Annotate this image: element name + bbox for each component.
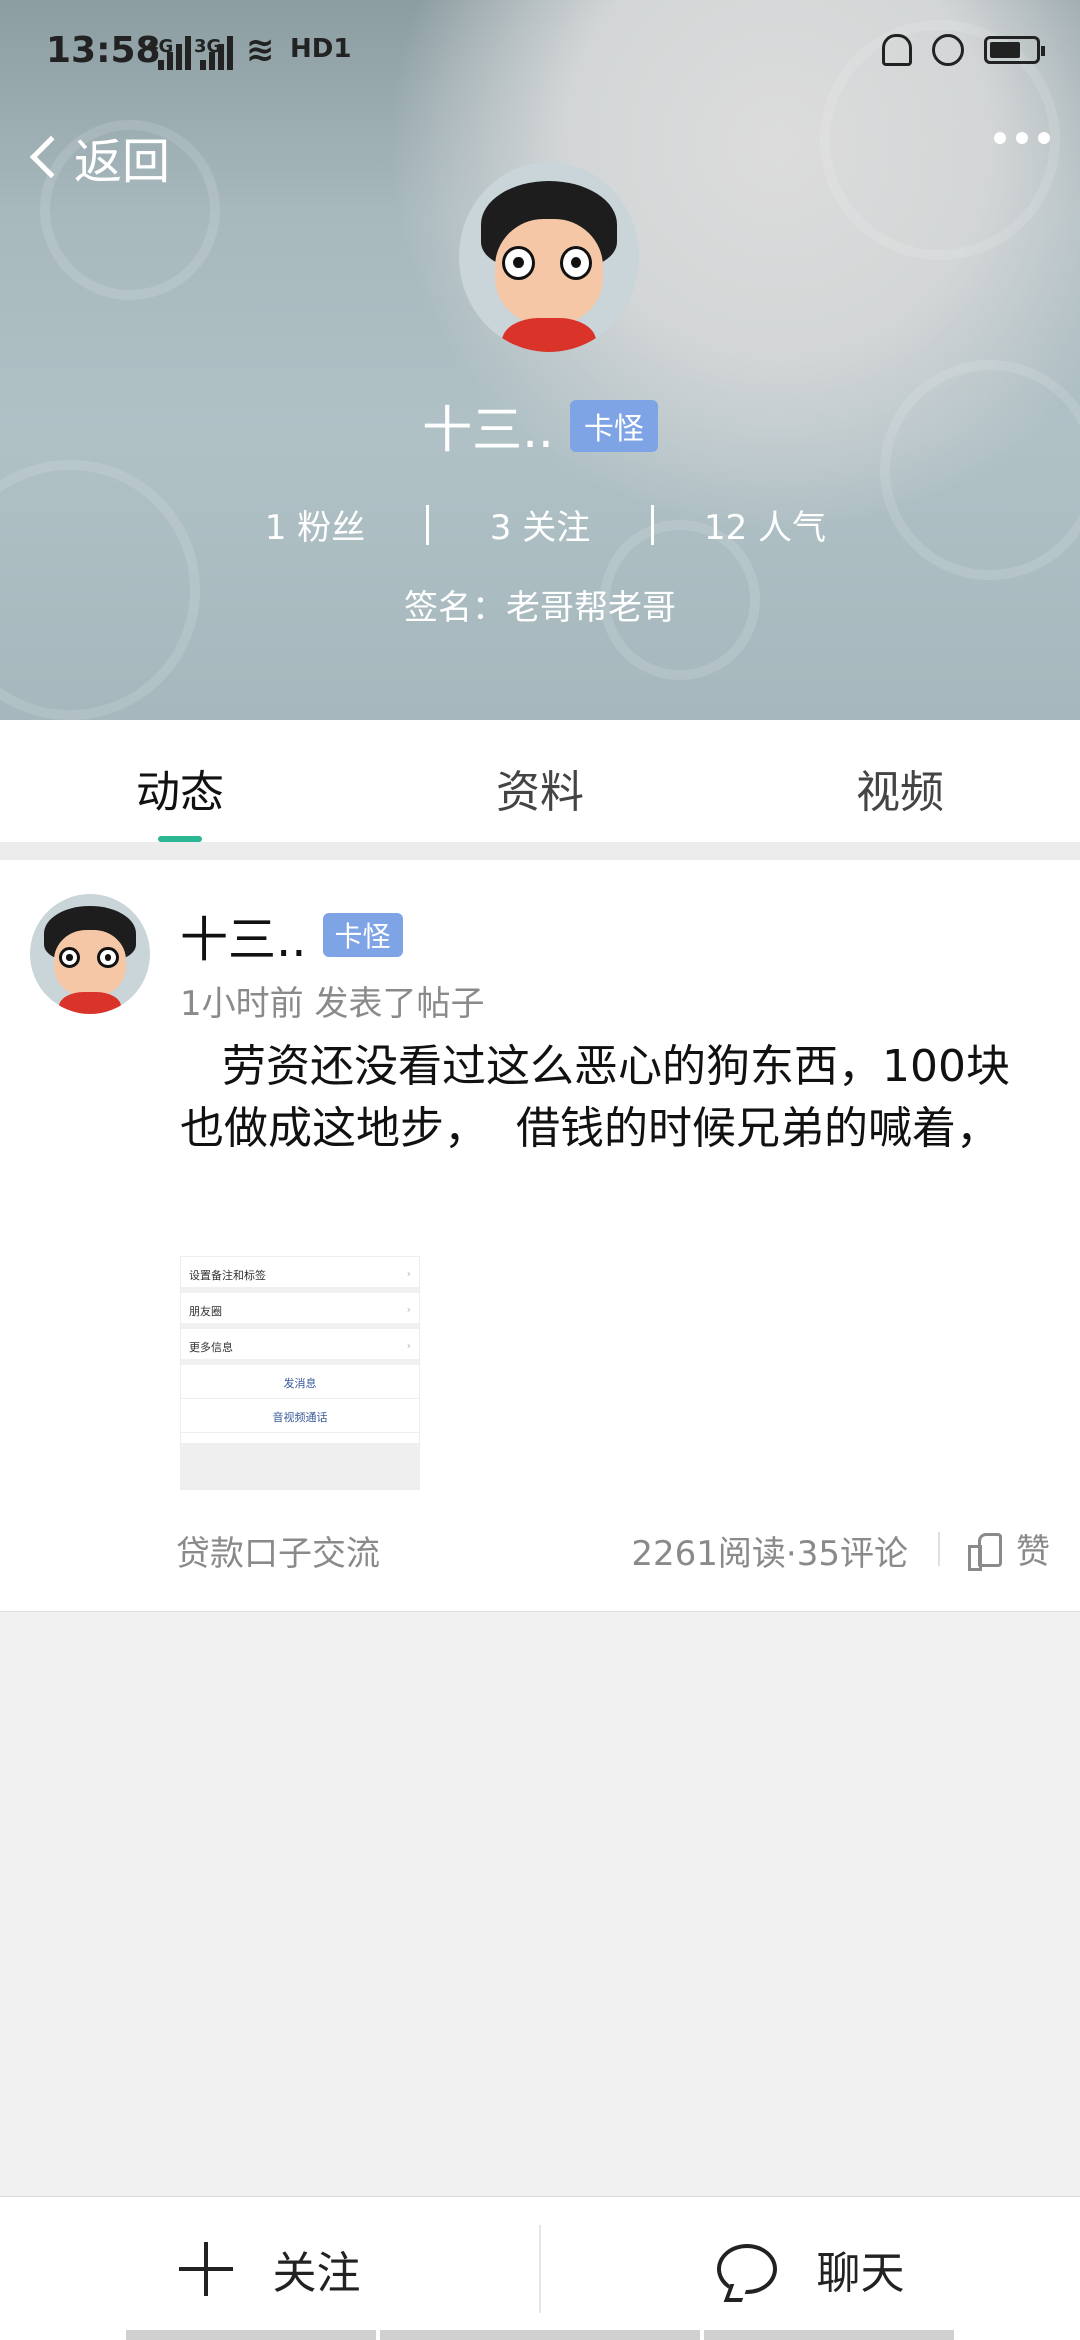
profile-stats: 1 粉丝 3 关注 12 人气: [0, 500, 1080, 549]
post-author-row: 十三.. 卡怪: [180, 900, 403, 970]
chevron-right-icon: ›: [406, 1339, 411, 1352]
post-meta: 1小时前 发表了帖子: [180, 984, 485, 1024]
chevron-left-icon: [29, 135, 73, 179]
post-image-thumbnail[interactable]: 设置备注和标签 › 朋友圈 › 更多信息 › 发消息 音视频通话: [180, 1256, 420, 1490]
profile-badge: 卡怪: [569, 400, 658, 452]
follow-button[interactable]: 关注: [0, 2197, 539, 2340]
hd-label: HD1: [290, 34, 352, 64]
status-time: 13:58: [46, 30, 161, 71]
rotation-lock-icon: [932, 34, 964, 66]
chevron-right-icon: ›: [406, 1303, 411, 1316]
post-footer: 贷款口子交流 2261阅读·35评论 赞: [0, 1516, 1080, 1576]
tab-activity[interactable]: 动态: [0, 720, 360, 842]
like-button[interactable]: 赞: [968, 1524, 1050, 1573]
chat-button[interactable]: 聊天: [541, 2197, 1080, 2340]
post-card[interactable]: 十三.. 卡怪 1小时前 发表了帖子 劳资还没看过这么恶心的狗东西，100块也做…: [0, 860, 1080, 1612]
divider: [938, 1532, 940, 1566]
profile-signature: 签名：老哥帮老哥: [404, 588, 676, 628]
signal-icon: [200, 36, 234, 70]
profile-cover: 13:58 4G 3G ≋ HD1 返回 十三.. 卡怪 1 粉丝 3 关注 1…: [0, 0, 1080, 720]
thumb-action: 发消息: [181, 1365, 419, 1399]
profile-avatar[interactable]: [459, 162, 639, 352]
signal-icon: [158, 36, 192, 70]
post-read-comment-stats: 2261阅读·35评论: [631, 1534, 908, 1574]
back-label: 返回: [74, 134, 171, 190]
chat-bubble-icon: [716, 2243, 777, 2294]
chat-label: 聊天: [816, 2247, 905, 2299]
chevron-right-icon: ›: [406, 1267, 411, 1280]
status-bar: 13:58 4G 3G ≋ HD1: [0, 0, 1080, 110]
post-author-avatar[interactable]: [30, 894, 150, 1014]
thumb-action: 音视频通话: [181, 1399, 419, 1433]
tab-videos[interactable]: 视频: [720, 720, 1080, 842]
more-dots-icon: [994, 132, 1006, 144]
thumb-row-label: 朋友圈: [189, 1305, 222, 1318]
wifi-icon: ≋: [246, 30, 275, 70]
following-count[interactable]: 3 关注: [429, 500, 651, 549]
back-button[interactable]: 返回: [24, 122, 170, 192]
profile-tabs: 动态 资料 视频: [0, 720, 1080, 842]
profile-name: 十三..: [422, 401, 554, 459]
post-author-badge: 卡怪: [322, 913, 403, 957]
thumbs-up-icon: [968, 1532, 1002, 1571]
followers-count[interactable]: 1 粉丝: [204, 500, 426, 549]
thumb-row-label: 设置备注和标签: [189, 1269, 266, 1282]
popularity-count: 12 人气: [703, 508, 827, 548]
post-topic-tag[interactable]: 贷款口子交流: [176, 1526, 380, 1575]
mute-bell-icon: [882, 34, 912, 66]
bottom-action-bar: 关注 聊天: [0, 2196, 1080, 2340]
system-nav-bar: [0, 2330, 1080, 2340]
follow-label: 关注: [272, 2247, 361, 2299]
thumb-row-label: 更多信息: [189, 1341, 233, 1354]
more-options-button[interactable]: [994, 132, 1050, 144]
battery-icon: [984, 36, 1045, 64]
plus-icon: [178, 2241, 233, 2296]
section-divider: [0, 842, 1080, 860]
like-label: 赞: [1016, 1532, 1050, 1572]
post-author-name[interactable]: 十三..: [180, 900, 307, 970]
post-text[interactable]: 劳资还没看过这么恶心的狗东西，100块也做成这地步， 借钱的时候兄弟的喊着，: [180, 1036, 1030, 1160]
profile-name-row: 十三.. 卡怪: [0, 390, 1080, 462]
tab-profile-info[interactable]: 资料: [360, 720, 720, 842]
